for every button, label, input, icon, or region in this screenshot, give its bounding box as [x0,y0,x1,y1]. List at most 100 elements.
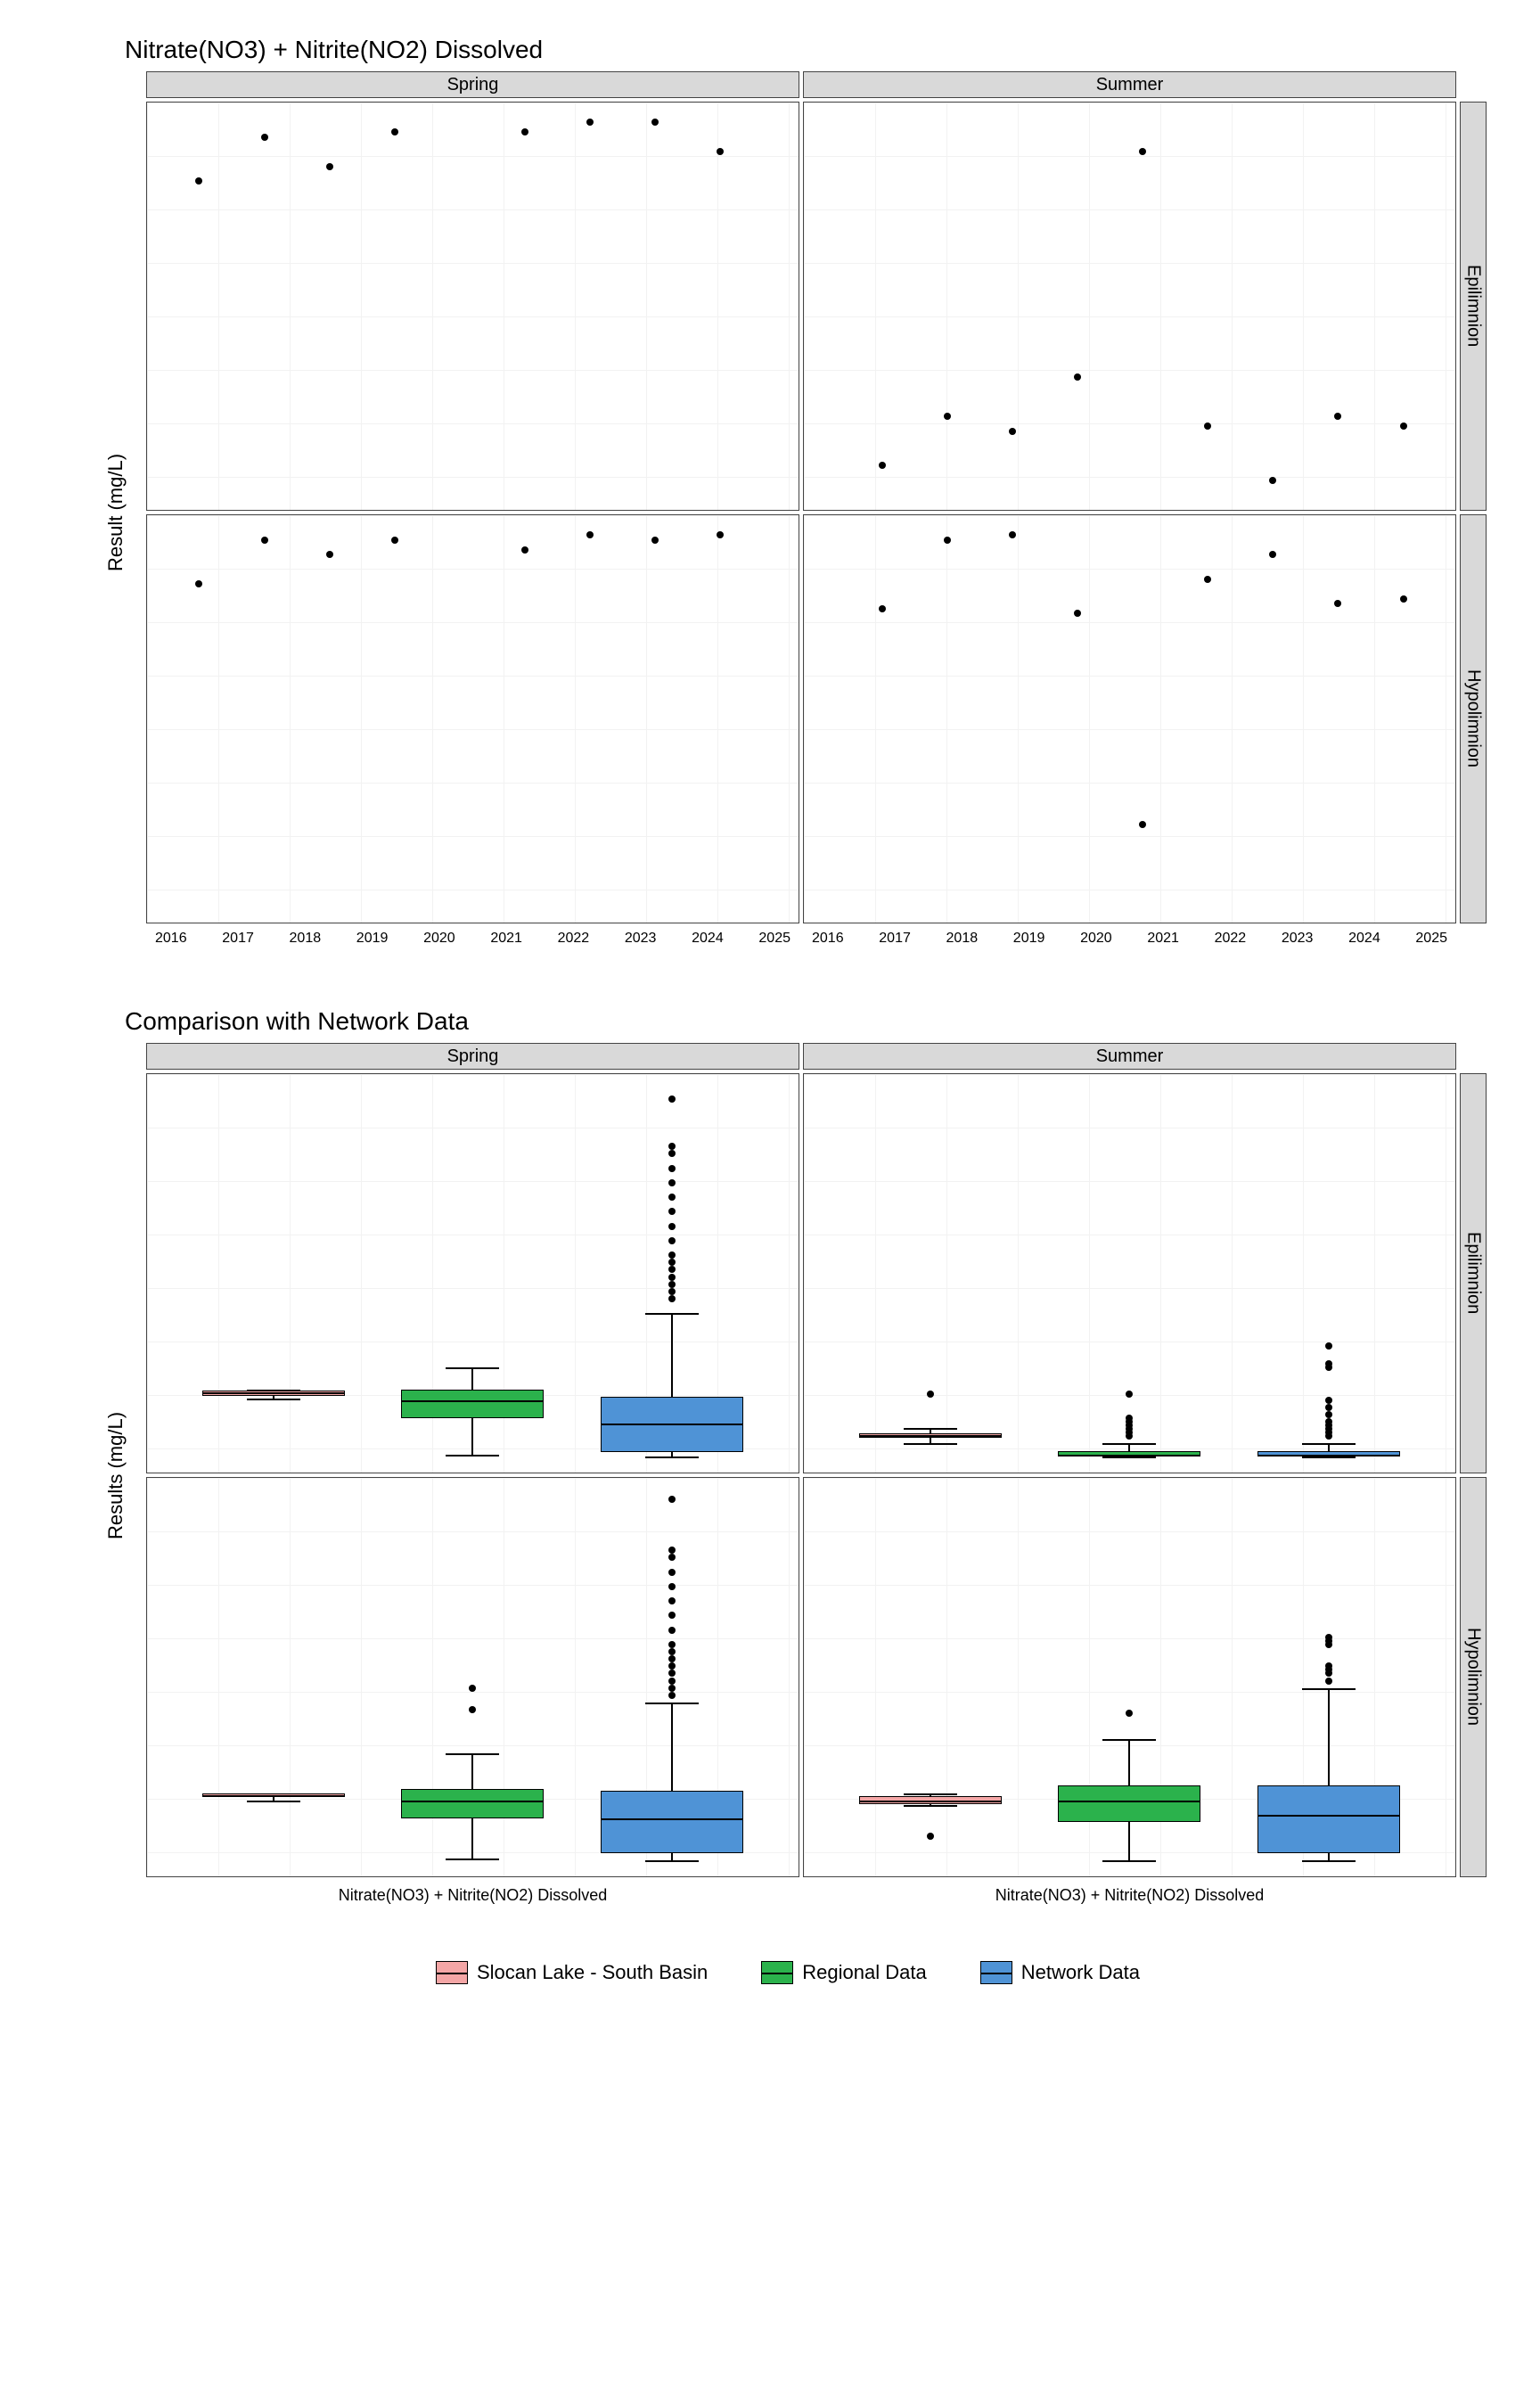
outlier [469,1706,476,1713]
outlier [668,1288,676,1295]
boxplot [193,1074,354,1473]
boxplot [392,1074,553,1473]
outlier [668,1597,676,1604]
data-point [1009,531,1016,538]
x-ticks-summer: 2016201720182019202020212022202320242025 [803,927,1456,963]
outlier [1325,1404,1332,1411]
data-point [1074,373,1081,381]
data-point [326,551,333,558]
col-strip-summer: Summer [803,71,1456,98]
outlier [668,1165,676,1172]
data-point [521,546,528,554]
data-point [1204,576,1211,583]
boxplot [1049,1478,1209,1876]
outlier [668,1237,676,1244]
row-strip-epi: Epilimnion [1460,102,1487,511]
boxplot [392,1478,553,1876]
outlier [1325,1634,1332,1641]
row-strip-hypo: Hypolimnion [1460,514,1487,923]
outlier [1126,1415,1133,1422]
boxplot [1249,1478,1409,1876]
panel-spring-epi: 0.08 0.06 0.04 0.02 [146,102,799,511]
data-point [1269,477,1276,484]
data-point [1139,821,1146,828]
data-point [717,531,724,538]
outlier [668,1179,676,1186]
outlier [1325,1418,1332,1425]
data-point [391,128,398,135]
outlier [668,1295,676,1302]
box-panel-spring-hypo: 0.5 0.4 0.3 0.2 0.1 0.0 [146,1477,799,1877]
col-strip-summer: Summer [803,1043,1456,1070]
box-chart: Comparison with Network Data Spring Summ… [89,1007,1487,1916]
data-point [879,462,886,469]
legend-slocan: Slocan Lake - South Basin [436,1961,708,1984]
data-point [1400,423,1407,430]
data-point [586,531,594,538]
outlier [668,1208,676,1215]
row-strip-epi: Epilimnion [1460,1073,1487,1473]
scatter-chart: Nitrate(NO3) + Nitrite(NO2) Dissolved Sp… [89,36,1487,963]
data-point [879,605,886,612]
col-strip-spring: Spring [146,1043,799,1070]
outlier [668,1627,676,1634]
legend: Slocan Lake - South Basin Regional Data … [89,1961,1487,1984]
legend-network: Network Data [980,1961,1140,1984]
outlier [668,1569,676,1576]
outlier [668,1259,676,1266]
outlier [668,1583,676,1590]
outlier [668,1662,676,1670]
box-title: Comparison with Network Data [125,1007,1487,1036]
outlier [668,1692,676,1699]
panel-summer-hypo [803,514,1456,923]
swatch-slocan [436,1961,468,1984]
boxplot [1249,1074,1409,1473]
data-point [1009,428,1016,435]
outlier [668,1150,676,1157]
outlier [1126,1391,1133,1398]
data-point [261,134,268,141]
outlier [668,1194,676,1201]
outlier [469,1685,476,1692]
outlier [668,1670,676,1677]
data-point [1074,610,1081,617]
outlier [668,1547,676,1554]
data-point [944,537,951,544]
swatch-network [980,1961,1012,1984]
data-point [521,128,528,135]
outlier [668,1274,676,1281]
outlier [1325,1397,1332,1404]
outlier [668,1554,676,1561]
outlier [668,1496,676,1503]
data-point [195,177,202,185]
row-strip-hypo: Hypolimnion [1460,1477,1487,1877]
outlier [1325,1360,1332,1367]
scatter-title: Nitrate(NO3) + Nitrite(NO2) Dissolved [125,36,1487,64]
data-point [717,148,724,155]
data-point [1400,595,1407,603]
outlier [668,1095,676,1103]
outlier [1325,1662,1332,1670]
data-point [1139,148,1146,155]
outlier [668,1641,676,1648]
box-y-axis-title: Results (mg/L) [89,1073,143,1877]
outlier [668,1678,676,1685]
outlier [927,1391,934,1398]
outlier [668,1251,676,1259]
outlier [1325,1411,1332,1418]
x-ticks-spring: 2016201720182019202020212022202320242025 [146,927,799,963]
boxplot [193,1478,354,1876]
panel-spring-hypo: 0.08 0.06 0.04 0.02 [146,514,799,923]
col-strip-spring: Spring [146,71,799,98]
outlier [668,1266,676,1273]
data-point [1269,551,1276,558]
data-point [1204,423,1211,430]
data-point [944,413,951,420]
boxplot [1049,1074,1209,1473]
outlier [668,1281,676,1288]
boxplot [592,1074,752,1473]
data-point [1334,600,1341,607]
box-panel-summer-hypo [803,1477,1456,1877]
data-point [195,580,202,587]
swatch-regional [761,1961,793,1984]
